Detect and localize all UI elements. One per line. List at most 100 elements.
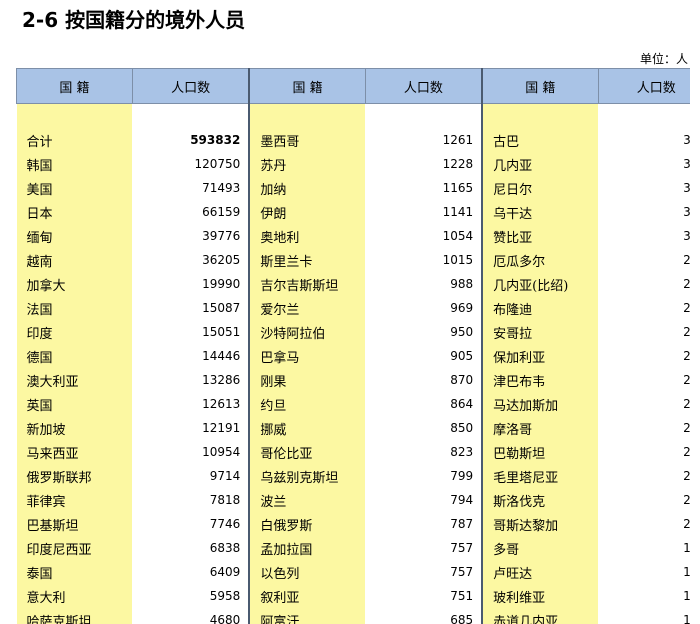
nationality-cell: 越南: [16, 248, 133, 272]
population-cell: 290: [598, 248, 690, 272]
header-population-3: 人口数: [597, 68, 690, 104]
population-cell: 191: [598, 536, 690, 560]
nationality-cell: 泰国: [16, 560, 133, 584]
nationality-cell: 合计: [16, 128, 133, 152]
nationality-cell: 爱尔兰: [249, 296, 366, 320]
nationality-cell: 菲律宾: [16, 488, 133, 512]
nationality-cell: 乌干达: [482, 200, 599, 224]
nationality-cell: 哥斯达黎加: [482, 512, 599, 536]
population-cell: 13286: [132, 368, 251, 392]
population-cell: 284: [598, 272, 690, 296]
population-cell: 241: [598, 368, 690, 392]
spacer-cell: [365, 103, 484, 128]
population-cell: 310: [598, 224, 690, 248]
population-cell: 15087: [132, 296, 251, 320]
population-cell: 71493: [132, 176, 251, 200]
table-row: 法国15087爱尔兰969布隆迪258: [16, 296, 690, 320]
nationality-cell: 苏丹: [249, 152, 366, 176]
nationality-cell: 白俄罗斯: [249, 512, 366, 536]
nationality-cell: 新加坡: [16, 416, 133, 440]
nationality-cell: 法国: [16, 296, 133, 320]
population-cell: 246: [598, 344, 690, 368]
population-cell: 1228: [365, 152, 484, 176]
nationality-cell: 德国: [16, 344, 133, 368]
table-row: 加拿大19990吉尔吉斯斯坦988几内亚(比绍)284: [16, 272, 690, 296]
nationality-cell: 伊朗: [249, 200, 366, 224]
table-row: 韩国120750苏丹1228几内亚357: [16, 152, 690, 176]
table-row: 菲律宾7818波兰794斯洛伐克203: [16, 488, 690, 512]
nationality-cell: 玻利维亚: [482, 584, 599, 608]
nationality-cell: 哥伦比亚: [249, 440, 366, 464]
table-row: 新加坡12191挪威850摩洛哥238: [16, 416, 690, 440]
table-container[interactable]: 国 籍 人口数 国 籍 人口数 国 籍 人口数 合计 593832 墨西哥 1261 古…: [16, 68, 690, 624]
nationality-table: 国 籍 人口数 国 籍 人口数 国 籍 人口数 合计 593832 墨西哥 1261 古…: [16, 68, 690, 624]
population-cell: 1261: [365, 128, 484, 152]
nationality-cell: 挪威: [249, 416, 366, 440]
population-cell: 258: [598, 296, 690, 320]
population-cell: 349: [598, 176, 690, 200]
nationality-cell: 巴基斯坦: [16, 512, 133, 536]
population-cell: 757: [365, 560, 484, 584]
population-cell: 823: [365, 440, 484, 464]
population-cell: 200: [598, 512, 690, 536]
nationality-cell: 乌兹别克斯坦: [249, 464, 366, 488]
nationality-cell: 刚果: [249, 368, 366, 392]
nationality-cell: 毛里塔尼亚: [482, 464, 599, 488]
population-cell: 7818: [132, 488, 251, 512]
nationality-cell: 英国: [16, 392, 133, 416]
nationality-cell: 韩国: [16, 152, 133, 176]
population-cell: 203: [598, 488, 690, 512]
population-cell: 238: [598, 416, 690, 440]
population-cell: 794: [365, 488, 484, 512]
population-cell: 950: [365, 320, 484, 344]
nationality-cell: 日本: [16, 200, 133, 224]
table-row: 合计593832墨西哥1261古巴359: [16, 128, 690, 152]
nationality-cell: 马来西亚: [16, 440, 133, 464]
population-cell: 1141: [365, 200, 484, 224]
header-nationality-1: 国 籍: [16, 68, 133, 104]
table-row: 越南36205斯里兰卡1015厄瓜多尔290: [16, 248, 690, 272]
population-cell: 850: [365, 416, 484, 440]
table-row: 哈萨克斯坦4680阿富汗685赤道几内亚170: [16, 608, 690, 624]
population-cell: 593832: [132, 128, 251, 152]
population-cell: 9714: [132, 464, 251, 488]
nationality-cell: 几内亚(比绍): [482, 272, 599, 296]
nationality-cell: 印度尼西亚: [16, 536, 133, 560]
population-cell: 751: [365, 584, 484, 608]
nationality-cell: 叙利亚: [249, 584, 366, 608]
header-population-2: 人口数: [364, 68, 484, 104]
population-cell: 39776: [132, 224, 251, 248]
population-cell: 905: [365, 344, 484, 368]
population-cell: 36205: [132, 248, 251, 272]
nationality-cell: 印度: [16, 320, 133, 344]
table-row: 泰国6409以色列757卢旺达176: [16, 560, 690, 584]
population-cell: 219: [598, 440, 690, 464]
nationality-cell: 俄罗斯联邦: [16, 464, 133, 488]
population-cell: 14446: [132, 344, 251, 368]
nationality-cell: 斯洛伐克: [482, 488, 599, 512]
nationality-cell: 厄瓜多尔: [482, 248, 599, 272]
table-row: 马来西亚10954哥伦比亚823巴勒斯坦219: [16, 440, 690, 464]
table-row: 巴基斯坦7746白俄罗斯787哥斯达黎加200: [16, 512, 690, 536]
population-cell: 359: [598, 128, 690, 152]
nationality-cell: 多哥: [482, 536, 599, 560]
population-cell: 7746: [132, 512, 251, 536]
nationality-cell: 澳大利亚: [16, 368, 133, 392]
population-cell: 6838: [132, 536, 251, 560]
header-nationality-2: 国 籍: [248, 68, 366, 104]
table-row: 缅甸39776奥地利1054赞比亚310: [16, 224, 690, 248]
population-cell: 120750: [132, 152, 251, 176]
population-cell: 321: [598, 200, 690, 224]
nationality-cell: 美国: [16, 176, 133, 200]
nationality-cell: 孟加拉国: [249, 536, 366, 560]
nationality-cell: 加纳: [249, 176, 366, 200]
table-row: 德国14446巴拿马905保加利亚246: [16, 344, 690, 368]
nationality-cell: 卢旺达: [482, 560, 599, 584]
population-cell: 799: [365, 464, 484, 488]
nationality-cell: 以色列: [249, 560, 366, 584]
population-cell: 238: [598, 392, 690, 416]
population-cell: 12191: [132, 416, 251, 440]
page-title: 2-6 按国籍分的境外人员: [22, 8, 246, 32]
nationality-cell: 缅甸: [16, 224, 133, 248]
nationality-cell: 赞比亚: [482, 224, 599, 248]
